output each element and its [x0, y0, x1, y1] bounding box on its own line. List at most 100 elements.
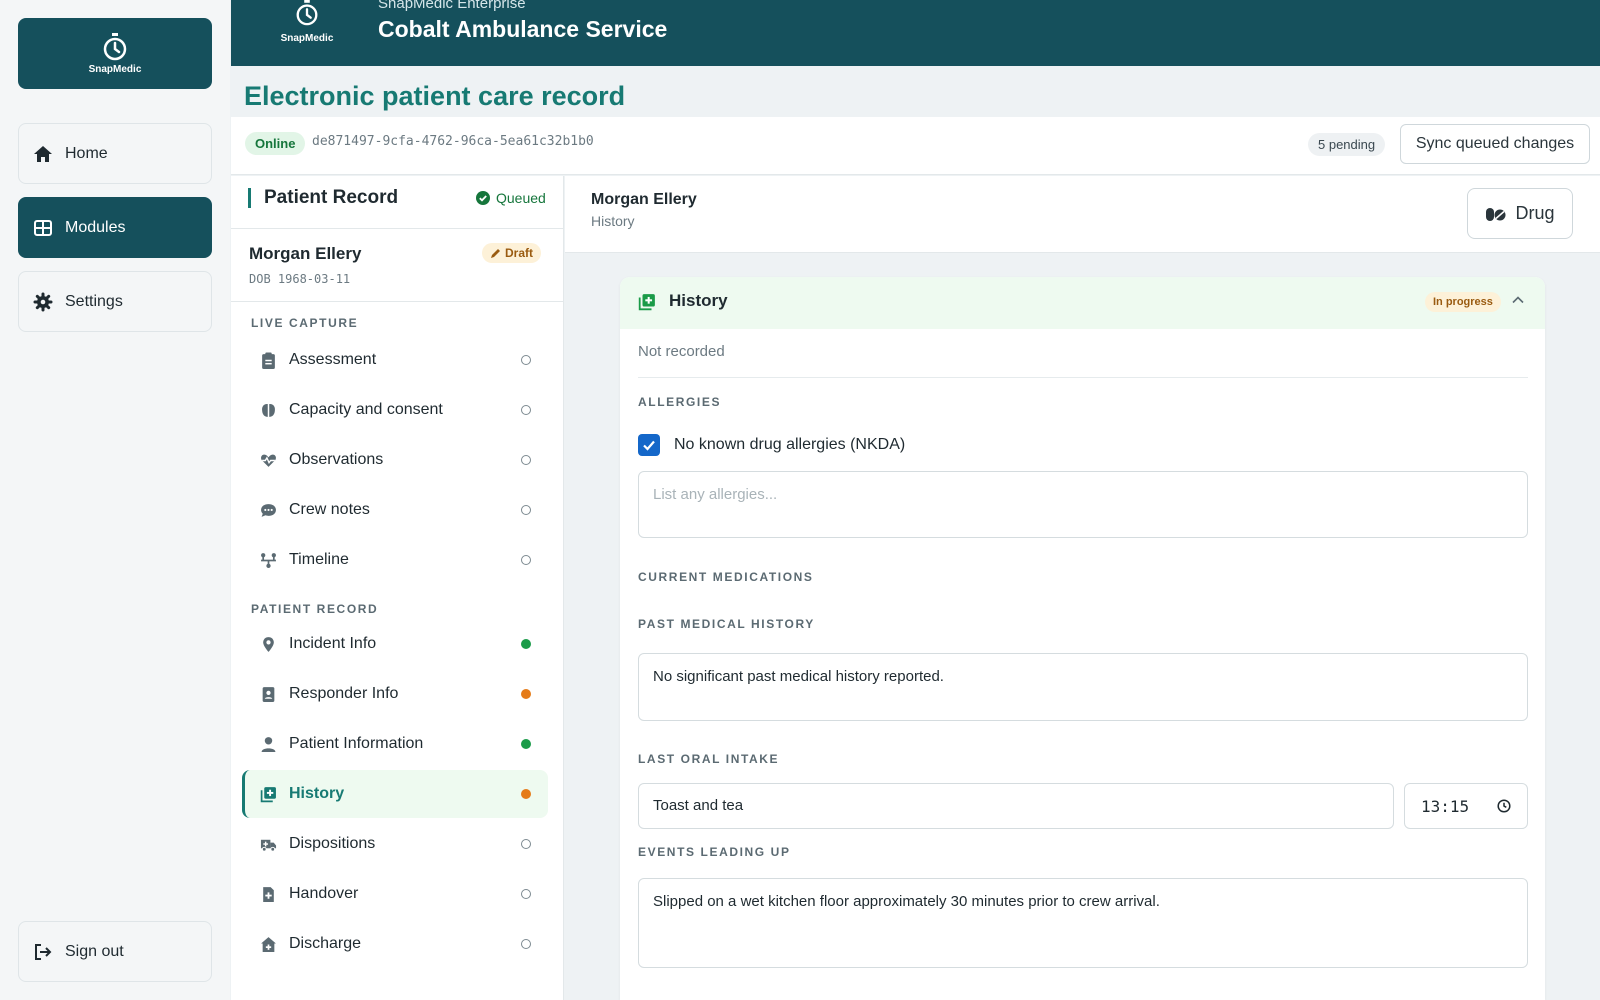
chat-icon [259, 501, 277, 519]
nav-modules-button[interactable]: Modules [18, 197, 212, 258]
location-pin-icon [259, 635, 277, 653]
patient-record-title: Patient Record [264, 187, 399, 208]
heart-pulse-icon [259, 451, 277, 469]
nav-settings-button[interactable]: Settings [18, 271, 212, 332]
drug-button-label: Drug [1515, 203, 1555, 223]
nkda-checkbox-row[interactable]: No known drug allergies (NKDA) [638, 434, 905, 456]
brain-icon [259, 401, 277, 419]
medical-history-icon [638, 294, 655, 311]
not-recorded-text: Not recorded [638, 343, 725, 360]
module-item-crew-notes[interactable]: Crew notes [242, 486, 548, 534]
nav-settings-label: Settings [65, 292, 123, 310]
past-medical-history-input[interactable]: No significant past medical history repo… [638, 653, 1528, 721]
module-item-timeline[interactable]: Timeline [242, 536, 548, 584]
pen-icon [491, 248, 500, 258]
in-progress-badge: In progress [1425, 292, 1501, 312]
status-indicator [521, 355, 531, 365]
module-label: Timeline [289, 551, 349, 568]
record-id: de871497-9cfa-4762-96ca-5ea61c32b1b0 [312, 134, 594, 149]
last-oral-intake-input[interactable]: Toast and tea [638, 783, 1394, 829]
chevron-up-icon[interactable] [1511, 293, 1525, 307]
top-header: SnapMedic SnapMedic Enterprise Cobalt Am… [231, 0, 1600, 66]
allergies-input[interactable]: List any allergies... [638, 471, 1528, 538]
status-indicator [521, 789, 531, 799]
page-title: Electronic patient care record [244, 81, 626, 111]
sign-out-label: Sign out [65, 942, 124, 960]
status-indicator [521, 505, 531, 515]
past-medical-history-label: PAST MEDICAL HISTORY [638, 617, 815, 631]
module-label: Patient Information [289, 735, 424, 752]
module-item-assessment[interactable]: Assessment [242, 336, 548, 384]
header-accent-bar [248, 188, 251, 208]
person-icon [259, 735, 277, 753]
history-card-header[interactable]: History In progress [620, 277, 1545, 329]
module-item-responder-info[interactable]: Responder Info [242, 670, 548, 718]
module-label: History [289, 785, 345, 802]
sign-out-button[interactable]: Sign out [18, 921, 212, 982]
grid-icon [34, 219, 52, 236]
document-plus-icon [259, 885, 277, 903]
header-logo-label: SnapMedic [280, 33, 334, 44]
clipboard-icon [259, 351, 277, 369]
id-badge-icon [259, 685, 277, 703]
time-value: 13:15 [1421, 796, 1470, 816]
app-logo[interactable]: SnapMedic [18, 18, 212, 89]
status-indicator [521, 739, 531, 749]
header-logo[interactable]: SnapMedic [279, 0, 335, 44]
house-medical-icon [259, 935, 277, 953]
live-capture-section-label: LIVE CAPTURE [251, 316, 359, 330]
module-label: Incident Info [289, 635, 377, 652]
module-item-history[interactable]: History [242, 770, 548, 818]
module-item-patient-information[interactable]: Patient Information [242, 720, 548, 768]
nkda-label: No known drug allergies (NKDA) [674, 436, 906, 453]
patient-summary: Morgan Ellery DOB 1968-03-11 Draft [231, 230, 564, 302]
module-item-capacity-consent[interactable]: Capacity and consent [242, 386, 548, 434]
patient-dob: DOB 1968-03-11 [249, 272, 351, 286]
patient-name: Morgan Ellery [249, 244, 362, 263]
stopwatch-logo-icon [103, 32, 127, 60]
status-indicator [521, 889, 531, 899]
module-label: Discharge [289, 935, 362, 952]
patient-record-panel: Patient Record Queued Morgan Ellery DOB … [231, 176, 564, 1000]
last-oral-intake-time-input[interactable]: 13:15 [1404, 783, 1528, 829]
module-label: Assessment [289, 351, 377, 368]
pills-icon [1486, 207, 1506, 221]
sync-queued-changes-button[interactable]: Sync queued changes [1400, 124, 1590, 164]
online-status-badge: Online [245, 132, 306, 155]
last-oral-intake-label: LAST ORAL INTAKE [638, 752, 780, 766]
draft-badge: Draft [482, 243, 542, 263]
module-label: Dispositions [289, 835, 376, 852]
status-indicator [521, 689, 531, 699]
organization-name: Cobalt Ambulance Service [378, 16, 668, 42]
nav-home-label: Home [65, 144, 108, 162]
left-navigation: SnapMedic Home Modules Settings Sign out [0, 0, 230, 1000]
status-indicator [521, 639, 531, 649]
events-leading-up-input[interactable]: Slipped on a wet kitchen floor approxima… [638, 878, 1528, 968]
main-header: Morgan Ellery History Drug [565, 176, 1600, 253]
drug-button[interactable]: Drug [1467, 188, 1573, 239]
status-indicator [521, 839, 531, 849]
status-indicator [521, 939, 531, 949]
status-indicator [521, 455, 531, 465]
events-leading-up-label: EVENTS LEADING UP [638, 845, 791, 859]
module-item-dispositions[interactable]: Dispositions [242, 820, 548, 868]
home-icon [34, 145, 52, 162]
allergies-label: ALLERGIES [638, 395, 722, 409]
history-card-title: History [669, 291, 728, 310]
pending-count-badge: 5 pending [1308, 133, 1386, 156]
module-item-observations[interactable]: Observations [242, 436, 548, 484]
nkda-checkbox[interactable] [638, 434, 660, 456]
module-item-incident-info[interactable]: Incident Info [242, 620, 548, 668]
stopwatch-logo-icon [296, 0, 318, 26]
clock-icon[interactable] [1497, 799, 1511, 813]
timeline-icon [259, 551, 277, 569]
enterprise-label: SnapMedic Enterprise [378, 0, 526, 12]
nav-modules-label: Modules [65, 218, 126, 236]
module-label: Observations [289, 451, 384, 468]
nav-home-button[interactable]: Home [18, 123, 212, 184]
patient-record-section-label: PATIENT RECORD [251, 602, 379, 616]
module-item-discharge[interactable]: Discharge [242, 920, 548, 968]
gear-icon [33, 292, 53, 311]
module-label: Capacity and consent [289, 401, 443, 418]
module-item-handover[interactable]: Handover [242, 870, 548, 918]
